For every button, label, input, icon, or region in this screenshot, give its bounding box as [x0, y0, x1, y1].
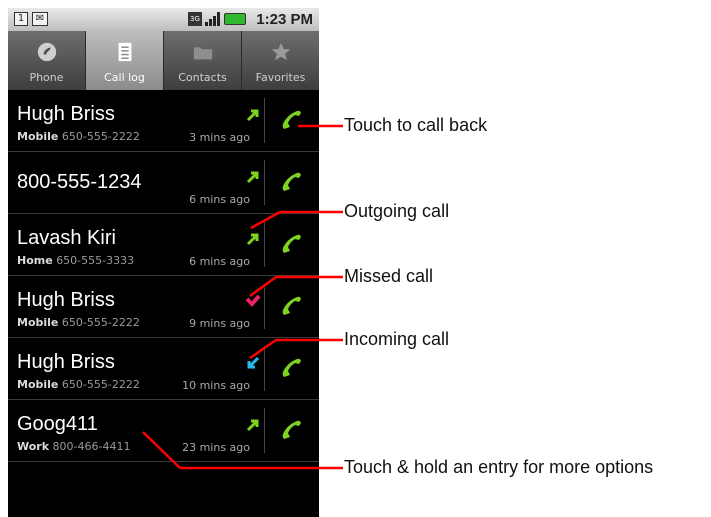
divider — [264, 408, 265, 453]
sim-icon: 1 — [14, 12, 28, 26]
call-log-entry[interactable]: Hugh Briss Mobile 650-555-2222 10 mins a… — [8, 338, 319, 400]
phone-icon — [37, 42, 56, 62]
number-type: Mobile — [17, 378, 59, 391]
number-type: Home — [17, 254, 53, 267]
divider — [264, 98, 265, 143]
call-time: 3 mins ago — [189, 131, 250, 144]
call-time: 9 mins ago — [189, 317, 250, 330]
divider — [264, 160, 265, 205]
contacts-icon — [193, 47, 212, 60]
caller-name: Goog411 — [17, 413, 98, 435]
callout-call-back: Touch to call back — [344, 115, 488, 135]
tab-phone[interactable]: Phone — [8, 31, 86, 90]
caller-name: Hugh Briss — [17, 289, 115, 311]
phone-number: 650-555-3333 — [56, 254, 135, 267]
call-log-entry[interactable]: Hugh Briss Mobile 650-555-2222 9 mins ag… — [8, 276, 319, 338]
outgoing-call-icon — [246, 171, 259, 184]
battery-icon — [224, 13, 246, 25]
call-button-icon[interactable] — [278, 169, 304, 195]
phone-number: 650-555-2222 — [61, 316, 140, 329]
missed-call-icon — [245, 294, 261, 307]
call-button-icon[interactable] — [278, 417, 304, 443]
tab-call-log[interactable]: Call log — [86, 31, 164, 90]
tab-label: Call log — [104, 71, 145, 84]
outgoing-call-icon — [246, 233, 259, 246]
caller-number: Home 650-555-3333 — [17, 254, 134, 267]
tab-favorites[interactable]: Favorites — [242, 31, 319, 90]
call-log-entry[interactable]: Lavash Kiri Home 650-555-3333 6 mins ago — [8, 214, 319, 276]
star-icon — [271, 42, 290, 61]
callout-incoming: Incoming call — [344, 329, 450, 349]
caller-name: 800-555-1234 — [17, 171, 142, 193]
call-log-icon — [118, 42, 131, 62]
signal-icon — [205, 12, 221, 26]
phone-number: 650-555-2222 — [61, 130, 140, 143]
number-type: Work — [17, 440, 50, 453]
call-log-list: Hugh Briss Mobile 650-555-2222 3 mins ag… — [8, 90, 319, 462]
callout-hold: Touch & hold an entry for more options — [344, 457, 654, 477]
callout-outgoing: Outgoing call — [344, 201, 450, 221]
phone-number: 800-466-4411 — [52, 440, 131, 453]
call-time: 10 mins ago — [182, 379, 250, 392]
phone-number: 650-555-2222 — [61, 378, 140, 391]
call-time: 6 mins ago — [189, 255, 250, 268]
call-time: 23 mins ago — [182, 441, 250, 454]
callout-missed: Missed call — [344, 266, 434, 286]
mail-icon: ✉ — [32, 12, 48, 26]
outgoing-call-icon — [246, 419, 259, 432]
tab-label: Favorites — [255, 71, 306, 84]
incoming-call-icon — [247, 356, 260, 369]
status-bar: 1 ✉ 3G 1:23 PM — [8, 8, 319, 31]
divider — [264, 346, 265, 391]
number-type: Mobile — [17, 130, 59, 143]
divider — [264, 284, 265, 329]
call-log-entry[interactable]: 800-555-1234 6 mins ago — [8, 152, 319, 214]
caller-number: Work 800-466-4411 — [17, 440, 130, 453]
tab-bar: Phone Call log Contacts Favorites — [8, 31, 319, 90]
call-log-entry[interactable]: Goog411 Work 800-466-4411 23 mins ago — [8, 400, 319, 462]
network-type-icon: 3G — [188, 12, 202, 26]
outgoing-call-icon — [246, 109, 259, 122]
call-button-icon[interactable] — [278, 107, 304, 133]
call-button-icon[interactable] — [278, 293, 304, 319]
divider — [264, 222, 265, 267]
caller-name: Hugh Briss — [17, 351, 115, 373]
caller-name: Hugh Briss — [17, 103, 115, 125]
call-button-icon[interactable] — [278, 355, 304, 381]
phone-screen: 1 ✉ 3G 1:23 PM Phone Call log Contacts F… — [8, 8, 319, 517]
tab-label: Contacts — [178, 71, 227, 84]
caller-number: Mobile 650-555-2222 — [17, 130, 140, 143]
tab-contacts[interactable]: Contacts — [164, 31, 242, 90]
caller-name: Lavash Kiri — [17, 227, 116, 249]
call-button-icon[interactable] — [278, 231, 304, 257]
caller-number: Mobile 650-555-2222 — [17, 378, 140, 391]
tab-label: Phone — [29, 71, 64, 84]
status-time: 1:23 PM — [256, 11, 313, 28]
caller-number: Mobile 650-555-2222 — [17, 316, 140, 329]
number-type: Mobile — [17, 316, 59, 329]
call-time: 6 mins ago — [189, 193, 250, 206]
call-log-entry[interactable]: Hugh Briss Mobile 650-555-2222 3 mins ag… — [8, 90, 319, 152]
